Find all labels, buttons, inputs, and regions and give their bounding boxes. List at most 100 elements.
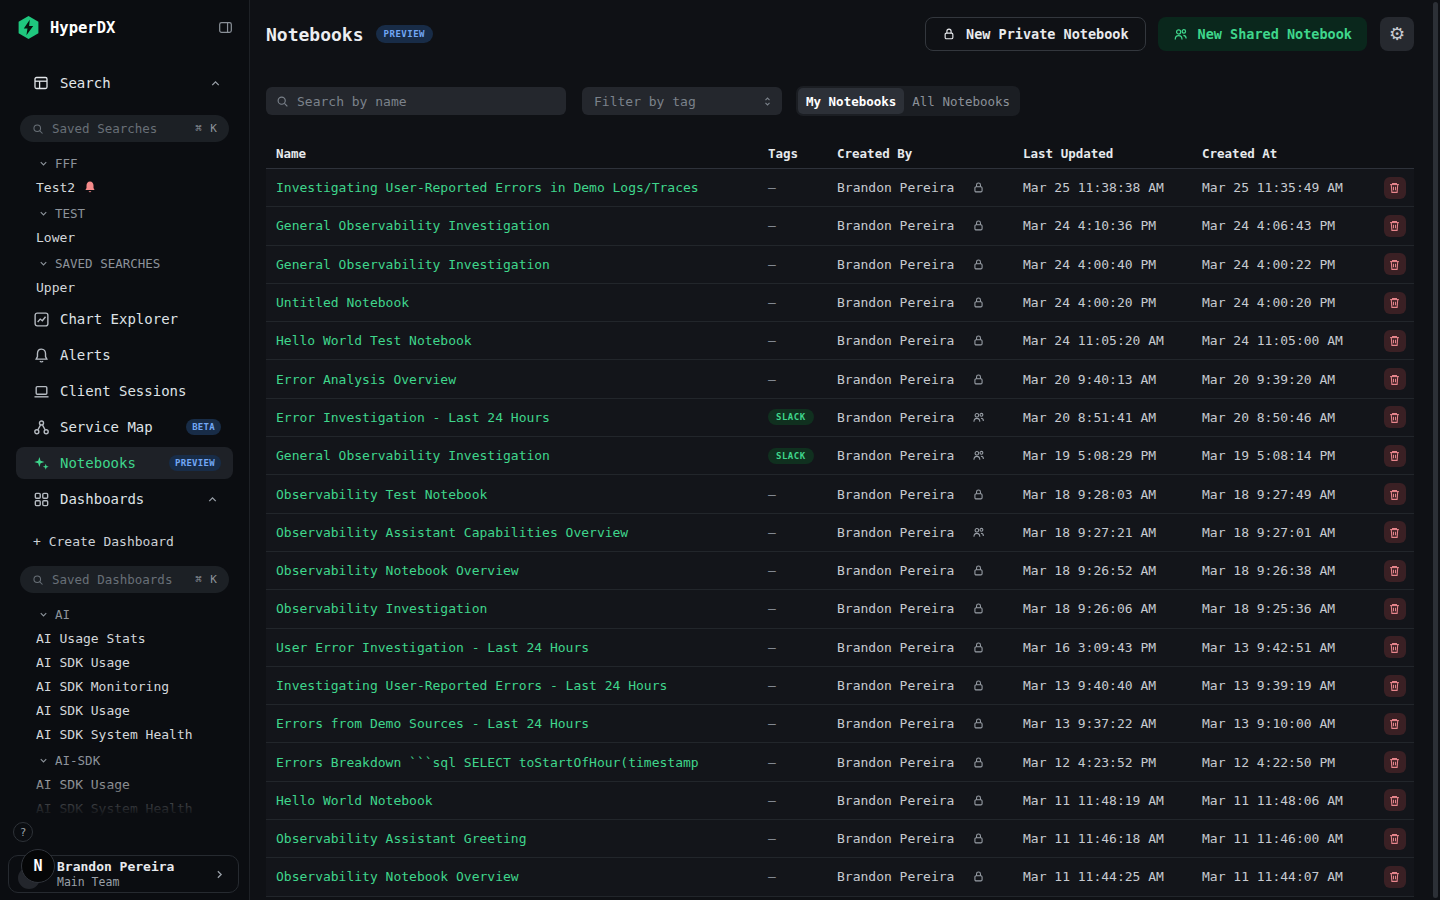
sidebar-group-header[interactable]: AI-SDK: [0, 748, 249, 772]
delete-notebook-button[interactable]: [1384, 253, 1406, 275]
delete-notebook-button[interactable]: [1384, 751, 1406, 773]
chevron-up-icon[interactable]: [206, 493, 219, 506]
nav-badge: BETA: [186, 419, 221, 435]
delete-notebook-button[interactable]: [1384, 598, 1406, 620]
delete-notebook-button[interactable]: [1384, 675, 1406, 697]
sidebar-saved-item[interactable]: AI SDK Usage: [0, 698, 249, 722]
table-row: Errors Breakdown ```sql SELECT toStartOf…: [266, 743, 1414, 781]
trash-icon: [1388, 717, 1401, 730]
collapse-sidebar-icon[interactable]: [218, 20, 233, 35]
created-by-cell: Brandon Pereira: [827, 360, 1013, 397]
create-dashboard-button[interactable]: + Create Dashboard: [0, 526, 249, 556]
delete-notebook-button[interactable]: [1384, 177, 1406, 199]
sidebar-saved-item[interactable]: AI SDK System Health: [0, 796, 249, 820]
created-by-name: Brandon Pereira: [837, 448, 972, 463]
delete-notebook-button[interactable]: [1384, 215, 1406, 237]
notebook-name-link[interactable]: Errors from Demo Sources - Last 24 Hours: [266, 705, 758, 742]
created-by-cell: Brandon Pereira: [827, 207, 1013, 244]
notebook-name-link[interactable]: General Observability Investigation: [266, 246, 758, 283]
chevron-up-icon[interactable]: [209, 77, 222, 90]
sidebar-saved-item[interactable]: Upper: [0, 275, 249, 299]
notebook-name-link[interactable]: Investigating User-Reported Errors in De…: [266, 169, 758, 206]
delete-notebook-button[interactable]: [1384, 292, 1406, 314]
created-by-name: Brandon Pereira: [837, 372, 972, 387]
sidebar-item-alerts[interactable]: Alerts: [16, 339, 233, 371]
notebook-name-link[interactable]: Error Investigation - Last 24 Hours: [266, 399, 758, 436]
sidebar-group-header[interactable]: SAVED SEARCHES: [0, 251, 249, 275]
column-header-last-updated: Last Updated: [1013, 146, 1192, 161]
filter-by-tag-select[interactable]: Filter by tag: [582, 87, 782, 115]
new-shared-notebook-button[interactable]: New Shared Notebook: [1158, 17, 1367, 51]
notebook-name-link[interactable]: Observability Notebook Overview: [266, 552, 758, 589]
trash-icon: [1388, 756, 1401, 769]
notebook-name-link[interactable]: Error Analysis Overview: [266, 360, 758, 397]
sidebar-item-dashboards[interactable]: Dashboards: [16, 483, 233, 515]
created-at-cell: Mar 13 9:10:00 AM: [1192, 705, 1375, 742]
delete-notebook-button[interactable]: [1384, 828, 1406, 850]
sidebar-section-search[interactable]: Search: [0, 66, 249, 100]
delete-notebook-button[interactable]: [1384, 445, 1406, 467]
notebook-name-link[interactable]: User Error Investigation - Last 24 Hours: [266, 629, 758, 666]
delete-notebook-button[interactable]: [1384, 330, 1406, 352]
empty-tag: —: [768, 716, 776, 731]
notebook-name-link[interactable]: General Observability Investigation: [266, 437, 758, 474]
notebook-name-link[interactable]: Observability Investigation: [266, 590, 758, 627]
notebook-name-link[interactable]: Investigating User-Reported Errors - Las…: [266, 667, 758, 704]
created-by-name: Brandon Pereira: [837, 257, 972, 272]
chevron-down-icon: [38, 208, 49, 219]
delete-notebook-button[interactable]: [1384, 636, 1406, 658]
delete-notebook-button[interactable]: [1384, 713, 1406, 735]
delete-notebook-button[interactable]: [1384, 406, 1406, 428]
trash-icon: [1388, 258, 1401, 271]
delete-notebook-button[interactable]: [1384, 866, 1406, 888]
sidebar-group-header[interactable]: FFF: [0, 151, 249, 175]
saved-dashboards-input[interactable]: Saved Dashboards ⌘ K: [20, 566, 229, 593]
delete-notebook-button[interactable]: [1384, 521, 1406, 543]
sidebar-saved-item[interactable]: AI SDK Usage: [0, 772, 249, 796]
saved-item-label: AI SDK Usage: [36, 703, 130, 718]
notebook-name-link[interactable]: Observability Assistant Greeting: [266, 820, 758, 857]
help-button[interactable]: ?: [13, 822, 33, 842]
sidebar-saved-item[interactable]: AI Usage Stats: [0, 626, 249, 650]
group-label: SAVED SEARCHES: [55, 256, 160, 271]
created-at-cell: Mar 13 9:42:51 AM: [1192, 629, 1375, 666]
sidebar-saved-item[interactable]: AI SDK Usage: [0, 650, 249, 674]
delete-notebook-button[interactable]: [1384, 483, 1406, 505]
sidebar-item-notebooks[interactable]: NotebooksPREVIEW: [16, 447, 233, 479]
sidebar-item-chart-explorer[interactable]: Chart Explorer: [16, 303, 233, 335]
table-row: Investigating User-Reported Errors in De…: [266, 169, 1414, 207]
search-by-name-input[interactable]: Search by name: [266, 87, 566, 115]
notebook-name-link[interactable]: Observability Test Notebook: [266, 475, 758, 512]
notebook-name-link[interactable]: Hello World Test Notebook: [266, 322, 758, 359]
last-updated-cell: Mar 18 9:26:06 AM: [1013, 590, 1192, 627]
notebook-name-link[interactable]: Observability Notebook Overview: [266, 858, 758, 895]
user-card[interactable]: N Brandon Pereira Main Team: [8, 855, 239, 893]
page-scrollbar[interactable]: [1433, 2, 1438, 898]
notebook-name-link[interactable]: General Observability Investigation: [266, 207, 758, 244]
tab-my-notebooks[interactable]: My Notebooks: [798, 88, 904, 114]
actions-cell: [1375, 399, 1414, 436]
sidebar-saved-item[interactable]: Test2: [0, 175, 249, 199]
saved-searches-input[interactable]: Saved Searches ⌘ K: [20, 115, 229, 142]
actions-cell: [1375, 667, 1414, 704]
notebook-name-link[interactable]: Untitled Notebook: [266, 284, 758, 321]
sidebar-item-client-sessions[interactable]: Client Sessions: [16, 375, 233, 407]
tab-all-notebooks[interactable]: All Notebooks: [904, 88, 1018, 114]
sidebar-group-header[interactable]: TEST: [0, 201, 249, 225]
notebook-name-link[interactable]: Hello World Notebook: [266, 782, 758, 819]
delete-notebook-button[interactable]: [1384, 368, 1406, 390]
sidebar-saved-item[interactable]: Lower: [0, 225, 249, 249]
created-by-cell: Brandon Pereira: [827, 858, 1013, 895]
delete-notebook-button[interactable]: [1384, 789, 1406, 811]
notebook-name-link[interactable]: Errors Breakdown ```sql SELECT toStartOf…: [266, 743, 758, 780]
lock-icon: [972, 373, 985, 386]
sidebar-saved-item[interactable]: AI SDK Monitoring: [0, 674, 249, 698]
settings-button[interactable]: ⚙: [1380, 17, 1414, 51]
sidebar-saved-item[interactable]: AI SDK System Health: [0, 722, 249, 746]
sidebar-group-header[interactable]: AI: [0, 602, 249, 626]
notebook-name-link[interactable]: Observability Assistant Capabilities Ove…: [266, 514, 758, 551]
sidebar-item-service-map[interactable]: Service MapBETA: [16, 411, 233, 443]
chevron-down-icon: [38, 158, 49, 169]
delete-notebook-button[interactable]: [1384, 560, 1406, 582]
new-private-notebook-button[interactable]: New Private Notebook: [925, 17, 1146, 51]
